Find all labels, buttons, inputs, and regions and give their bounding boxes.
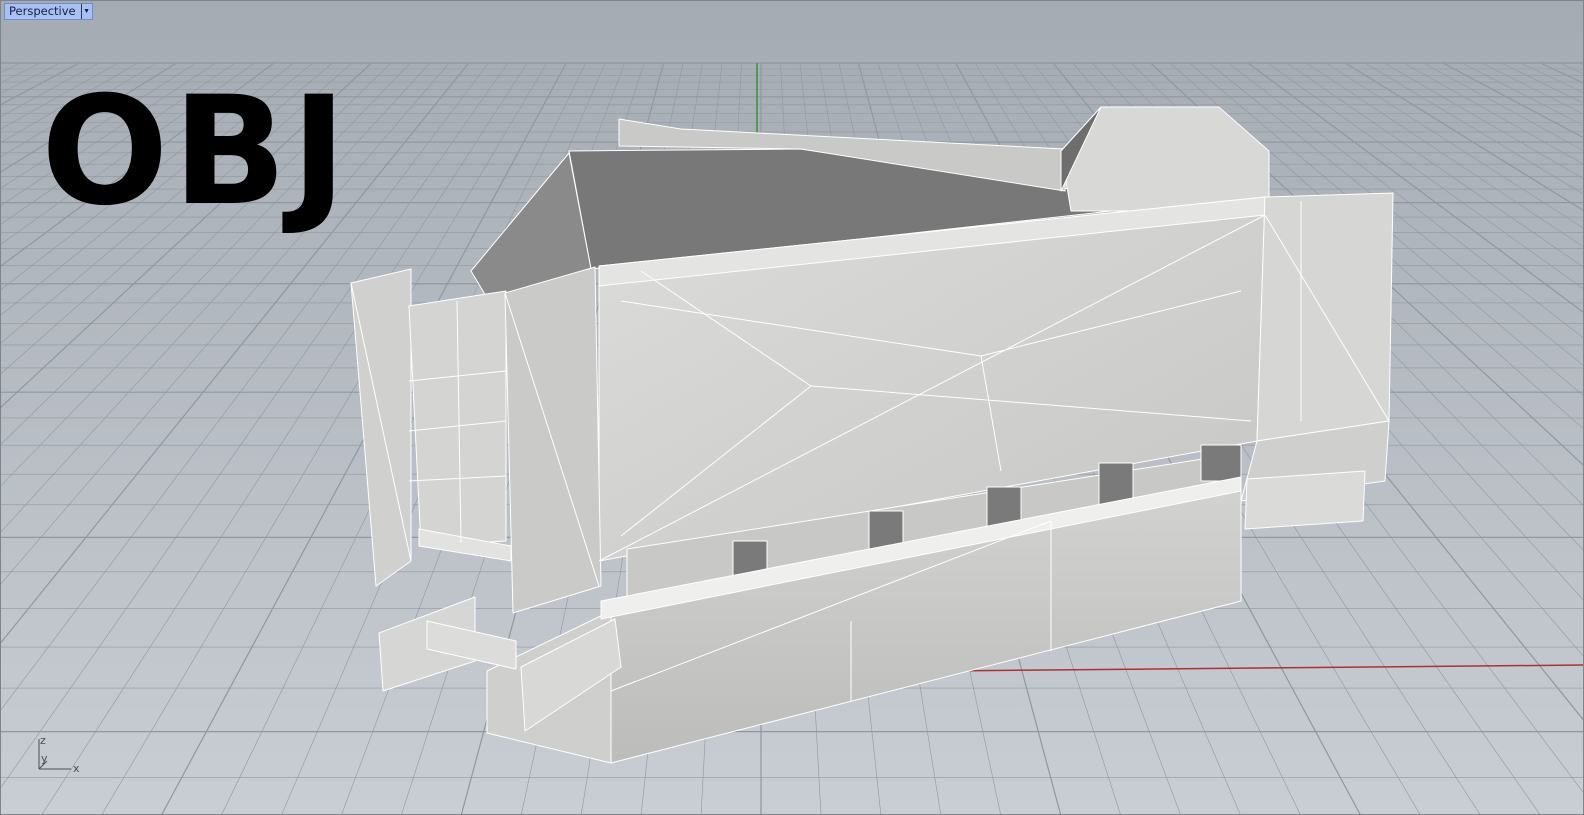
right-ledge [1244,470,1366,530]
window-opening [1200,444,1242,482]
left-tower [504,266,602,614]
axis-x-label: x [73,762,80,775]
perspective-viewport[interactable]: z y x OBJ Perspective ▼ [0,0,1584,815]
axis-z-label: z [40,734,46,747]
triangle-down-icon[interactable]: ▼ [80,4,92,19]
viewport-name-label[interactable]: Perspective [5,4,81,19]
obj-overlay-label: OBJ [41,65,351,239]
viewport-title-tab[interactable]: Perspective ▼ [4,3,93,20]
axis-y-label: y [41,752,48,765]
right-wing [1256,192,1394,442]
